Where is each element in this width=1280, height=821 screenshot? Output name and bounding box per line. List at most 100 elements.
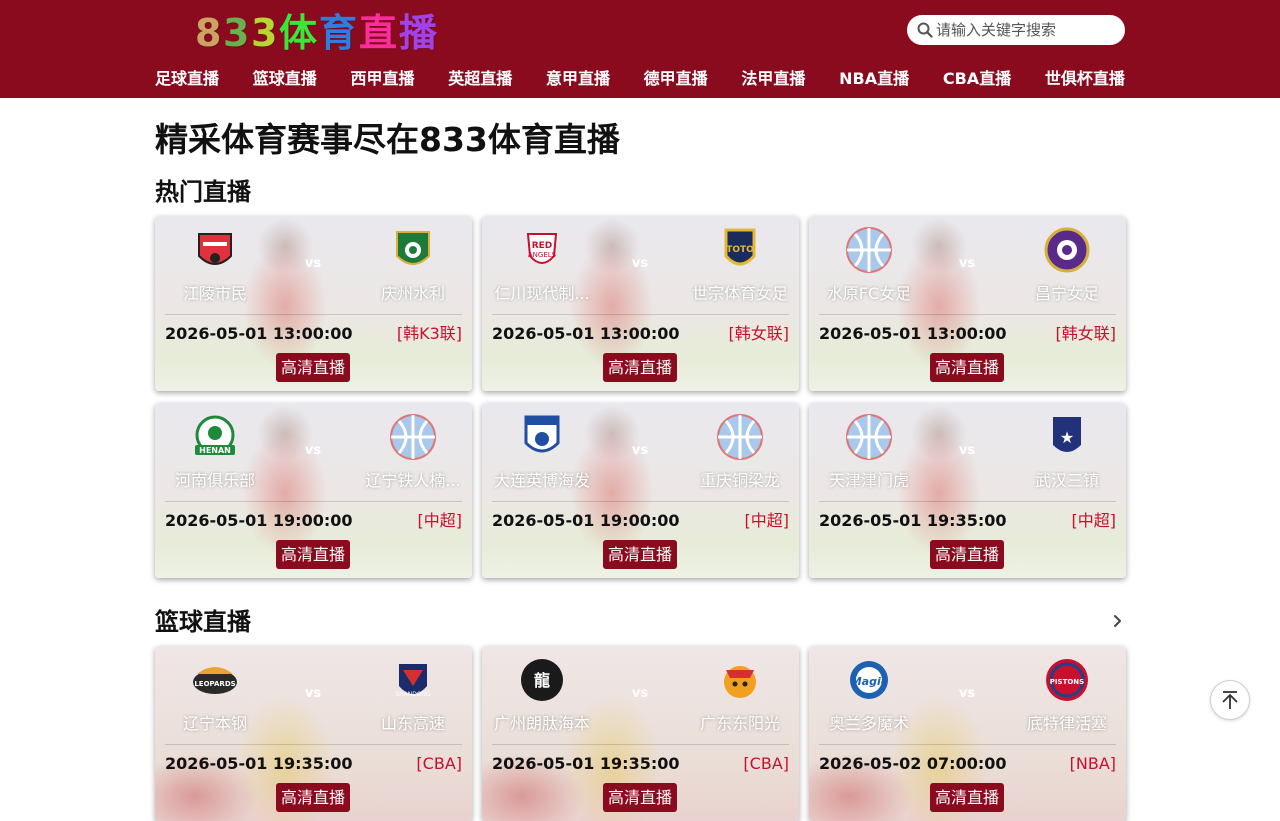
match-time: 2026-05-01 19:35:00 <box>492 754 680 773</box>
away-team[interactable]: 庆州水利 <box>348 226 472 304</box>
hd-live-button[interactable]: 高清直播 <box>930 353 1004 382</box>
hd-live-button[interactable]: 高清直播 <box>603 783 677 812</box>
nav-item-laliga[interactable]: 西甲直播 <box>350 66 414 92</box>
away-team-name: 武汉三镇 <box>1034 471 1099 490</box>
search-box[interactable] <box>907 15 1125 45</box>
back-to-top-button[interactable] <box>1210 680 1250 720</box>
hot-matches-grid: 江陵市民 vs 庆州水利 2026-05-01 13:00:00 [韩K3联] 高清直播 R… <box>155 216 1126 578</box>
away-team[interactable]: 昌宁女足 <box>1002 226 1126 304</box>
league-tag[interactable]: [中超] <box>745 510 790 532</box>
hd-live-button[interactable]: 高清直播 <box>603 353 677 382</box>
away-team[interactable]: 广东东阳光 <box>675 656 799 734</box>
match-time: 2026-05-01 13:00:00 <box>165 324 353 343</box>
site-logo[interactable]: 8 3 3 体 育 直 播 <box>195 8 437 58</box>
hd-live-button[interactable]: 高清直播 <box>603 540 677 569</box>
svg-text:PISTONS: PISTONS <box>1050 678 1084 686</box>
svg-text:RED: RED <box>532 241 553 251</box>
home-team[interactable]: 水原FC女足 <box>809 226 934 304</box>
divider <box>492 314 789 315</box>
away-team[interactable]: 辽宁铁人楠... <box>348 413 472 491</box>
svg-text:龍: 龍 <box>534 671 550 690</box>
match-card[interactable]: Magic 奥兰多魔术 vs PISTONS 底特律活塞 2026-05-02 07:00… <box>809 646 1126 821</box>
home-team-logo-icon <box>845 226 893 274</box>
search-icon[interactable] <box>917 22 933 38</box>
home-team[interactable]: HENAN 河南俱乐部 <box>155 413 280 491</box>
match-card[interactable]: LEOPARDS 辽宁本钢 vs SHANDONG 山东高速 2026-05-01 19:… <box>155 646 472 821</box>
home-team[interactable]: LEOPARDS 辽宁本钢 <box>155 656 280 734</box>
league-tag[interactable]: [中超] <box>418 510 463 532</box>
league-tag[interactable]: [CBA] <box>743 753 789 775</box>
divider <box>819 744 1116 745</box>
nav-item-bundesliga[interactable]: 德甲直播 <box>644 66 708 92</box>
home-team[interactable]: 龍广州朗肽海本 <box>482 656 607 734</box>
league-tag[interactable]: [CBA] <box>416 753 462 775</box>
home-team-logo-icon <box>518 413 566 461</box>
home-team-name: 大连英博海发 <box>493 471 590 490</box>
away-team[interactable]: PISTONS 底特律活塞 <box>1002 656 1126 734</box>
away-team-name: 庆州水利 <box>380 284 445 303</box>
nav-item-club-world-cup[interactable]: 世俱杯直播 <box>1045 66 1125 92</box>
home-team[interactable]: Magic 奥兰多魔术 <box>809 656 934 734</box>
divider <box>819 314 1116 315</box>
nav-item-football[interactable]: 足球直播 <box>155 66 219 92</box>
home-team-logo-icon: LEOPARDS <box>191 656 239 704</box>
match-card[interactable]: 龍广州朗肽海本 vs 广东东阳光 2026-05-01 19:35:00 [CBA] 高清… <box>482 646 799 821</box>
home-team[interactable]: 天津津门虎 <box>809 413 934 491</box>
section-title-hot: 热门直播 <box>155 178 251 206</box>
divider <box>492 744 789 745</box>
away-team[interactable]: 重庆铜梁龙 <box>675 413 799 491</box>
nav-item-nba[interactable]: NBA直播 <box>839 66 909 92</box>
league-tag[interactable]: [中超] <box>1072 510 1117 532</box>
match-card[interactable]: HENAN 河南俱乐部 vs 辽宁铁人楠... 2026-05-01 19:00:00 [… <box>155 403 472 578</box>
nav-item-basketball[interactable]: 篮球直播 <box>253 66 317 92</box>
away-team-logo-icon: SHANDONG <box>389 656 437 704</box>
away-team[interactable]: SHANDONG 山东高速 <box>348 656 472 734</box>
league-tag[interactable]: [NBA] <box>1070 753 1116 775</box>
vs-label: vs <box>304 686 322 701</box>
search-input[interactable] <box>936 21 1116 39</box>
away-team[interactable]: TOTO 世宗体育女足 <box>675 226 799 304</box>
nav-item-premier-league[interactable]: 英超直播 <box>448 66 512 92</box>
match-time: 2026-05-01 19:35:00 <box>819 511 1007 530</box>
home-team[interactable]: 大连英博海发 <box>482 413 607 491</box>
match-card[interactable]: 江陵市民 vs 庆州水利 2026-05-01 13:00:00 [韩K3联] 高清直播 <box>155 216 472 391</box>
match-time: 2026-05-01 19:35:00 <box>165 754 353 773</box>
home-team-logo-icon <box>845 413 893 461</box>
hd-live-button[interactable]: 高清直播 <box>276 540 350 569</box>
home-team[interactable]: 江陵市民 <box>155 226 280 304</box>
logo-char: 播 <box>399 11 438 55</box>
divider <box>819 501 1116 502</box>
match-card[interactable]: RED ANGELS 仁川现代制... vs TOTO 世宗体育女足 2026-05-01 … <box>482 216 799 391</box>
match-card[interactable]: 水原FC女足 vs 昌宁女足 2026-05-01 13:00:00 [韩女联] 高清直播 <box>809 216 1126 391</box>
away-team-name: 底特律活塞 <box>1026 714 1107 733</box>
nav-item-ligue1[interactable]: 法甲直播 <box>741 66 805 92</box>
home-team-name: 江陵市民 <box>182 284 247 303</box>
away-team-logo-icon: ★ <box>1043 413 1091 461</box>
vs-label: vs <box>631 256 649 271</box>
svg-text:★: ★ <box>1060 428 1074 447</box>
match-card[interactable]: 天津津门虎 vs ★ 武汉三镇 2026-05-01 19:35:00 [中超] 高清直播 <box>809 403 1126 578</box>
match-time: 2026-05-01 19:00:00 <box>492 511 680 530</box>
divider <box>165 501 462 502</box>
away-team-logo-icon <box>716 413 764 461</box>
arrow-up-icon <box>1222 691 1238 709</box>
match-time: 2026-05-02 07:00:00 <box>819 754 1007 773</box>
hd-live-button[interactable]: 高清直播 <box>930 540 1004 569</box>
league-tag[interactable]: [韩女联] <box>1056 323 1117 345</box>
league-tag[interactable]: [韩K3联] <box>397 323 462 345</box>
divider <box>165 744 462 745</box>
svg-text:Magic: Magic <box>851 675 888 688</box>
hd-live-button[interactable]: 高清直播 <box>276 783 350 812</box>
nav-item-cba[interactable]: CBA直播 <box>943 66 1011 92</box>
home-team[interactable]: RED ANGELS 仁川现代制... <box>482 226 607 304</box>
league-tag[interactable]: [韩女联] <box>729 323 790 345</box>
nav-item-serie-a[interactable]: 意甲直播 <box>546 66 610 92</box>
chevron-right-icon[interactable] <box>1108 612 1126 630</box>
home-team-name: 水原FC女足 <box>826 284 912 303</box>
hd-live-button[interactable]: 高清直播 <box>276 353 350 382</box>
away-team-logo-icon <box>389 226 437 274</box>
match-card[interactable]: 大连英博海发 vs 重庆铜梁龙 2026-05-01 19:00:00 [中超] 高清直播 <box>482 403 799 578</box>
away-team[interactable]: ★ 武汉三镇 <box>1002 413 1126 491</box>
hd-live-button[interactable]: 高清直播 <box>930 783 1004 812</box>
logo-char: 直 <box>359 11 398 55</box>
